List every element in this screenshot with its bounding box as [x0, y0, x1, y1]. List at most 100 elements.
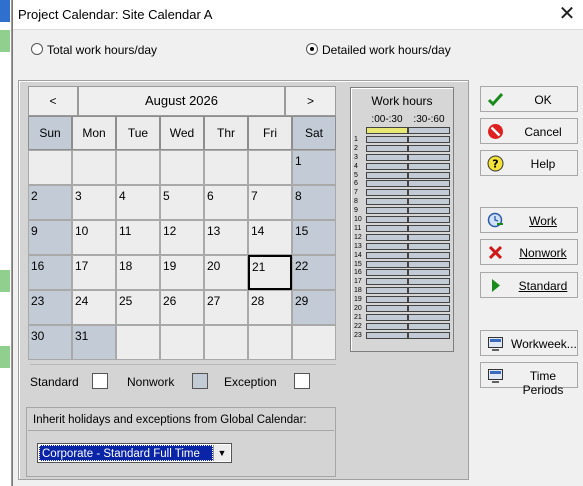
work-button[interactable]: Work [480, 207, 578, 233]
hour-slot[interactable] [366, 260, 408, 268]
hour-slot[interactable] [366, 269, 408, 277]
hour-slot[interactable] [408, 135, 450, 143]
close-icon[interactable]: ✕ [556, 4, 578, 24]
hour-slot[interactable] [408, 171, 450, 179]
empty-day-cell[interactable] [116, 150, 160, 185]
hour-slot[interactable] [408, 224, 450, 232]
day-cell[interactable]: 20 [204, 255, 248, 290]
hour-slot[interactable] [366, 127, 408, 134]
detailed-hours-radio[interactable] [306, 43, 318, 55]
hour-slot[interactable] [366, 287, 408, 295]
day-cell[interactable]: 22 [292, 255, 336, 290]
hour-slot[interactable] [366, 233, 408, 241]
empty-day-cell[interactable] [160, 325, 204, 360]
day-cell[interactable]: 9 [28, 220, 72, 255]
day-cell[interactable]: 16 [28, 255, 72, 290]
day-cell[interactable]: 2 [28, 185, 72, 220]
hour-slot[interactable] [366, 207, 408, 215]
day-cell[interactable]: 11 [116, 220, 160, 255]
empty-day-cell[interactable] [116, 325, 160, 360]
prev-month-button[interactable]: < [28, 86, 78, 116]
day-cell[interactable]: 4 [116, 185, 160, 220]
empty-day-cell[interactable] [204, 325, 248, 360]
hour-slot[interactable] [366, 189, 408, 197]
hour-slot[interactable] [408, 216, 450, 223]
hour-slot[interactable] [366, 216, 408, 223]
day-cell[interactable]: 5 [160, 185, 204, 220]
day-cell[interactable]: 30 [28, 325, 72, 360]
nonwork-button[interactable]: Nonwork [480, 239, 578, 265]
day-cell[interactable]: 23 [28, 290, 72, 325]
global-calendar-value[interactable]: Corporate - Standard Full Time [39, 445, 213, 461]
day-cell[interactable]: 6 [204, 185, 248, 220]
day-cell[interactable]: 7 [248, 185, 292, 220]
hour-slot[interactable] [366, 278, 408, 286]
hour-slot[interactable] [366, 180, 408, 188]
hour-slot[interactable] [408, 322, 450, 330]
day-cell[interactable]: 15 [292, 220, 336, 255]
day-cell[interactable]: 26 [160, 290, 204, 325]
day-cell[interactable]: 12 [160, 220, 204, 255]
hour-slot[interactable] [366, 313, 408, 321]
day-cell[interactable]: 13 [204, 220, 248, 255]
hour-slot[interactable] [408, 180, 450, 188]
hour-slot[interactable] [408, 153, 450, 161]
standard-button[interactable]: Standard [480, 272, 578, 298]
hour-slot[interactable] [408, 189, 450, 197]
day-cell[interactable]: 24 [72, 290, 116, 325]
hour-slot[interactable] [408, 162, 450, 170]
hour-slot[interactable] [366, 162, 408, 170]
hour-slot[interactable] [366, 305, 408, 312]
hour-slot[interactable] [408, 305, 450, 312]
hour-slot[interactable] [366, 242, 408, 250]
hour-slot[interactable] [408, 313, 450, 321]
cancel-button[interactable]: Cancel [480, 118, 578, 144]
help-button[interactable]: ? Help [480, 150, 578, 176]
hour-slot[interactable] [408, 278, 450, 286]
ok-button[interactable]: OK [480, 86, 578, 112]
hour-slot[interactable] [408, 287, 450, 295]
hour-slot[interactable] [366, 322, 408, 330]
total-hours-label[interactable]: Total work hours/day [47, 43, 157, 57]
hour-slot[interactable] [366, 296, 408, 304]
day-cell[interactable]: 19 [160, 255, 204, 290]
hour-slot[interactable] [366, 251, 408, 259]
total-hours-radio[interactable] [31, 43, 43, 55]
detailed-hours-label[interactable]: Detailed work hours/day [322, 43, 451, 57]
time-periods-button[interactable]: Time Periods [480, 362, 578, 397]
day-cell[interactable]: 3 [72, 185, 116, 220]
empty-day-cell[interactable] [204, 150, 248, 185]
hour-slot[interactable] [366, 153, 408, 161]
empty-day-cell[interactable] [72, 150, 116, 185]
day-cell[interactable]: 17 [72, 255, 116, 290]
empty-day-cell[interactable] [292, 325, 336, 360]
hour-slot[interactable] [408, 242, 450, 250]
next-month-button[interactable]: > [285, 86, 336, 116]
day-cell[interactable]: 27 [204, 290, 248, 325]
hour-slot[interactable] [408, 207, 450, 215]
hour-slot[interactable] [408, 251, 450, 259]
hour-slot[interactable] [366, 135, 408, 143]
hour-slot[interactable] [408, 331, 450, 339]
day-cell[interactable]: 8 [292, 185, 336, 220]
hour-slot[interactable] [408, 198, 450, 206]
day-cell[interactable]: 1 [292, 150, 336, 185]
hour-slot[interactable] [366, 331, 408, 339]
day-cell[interactable]: 29 [292, 290, 336, 325]
hour-slot[interactable] [366, 198, 408, 206]
workweek-button[interactable]: Workweek... [480, 330, 578, 356]
day-cell[interactable]: 14 [248, 220, 292, 255]
day-cell[interactable]: 28 [248, 290, 292, 325]
hour-slot[interactable] [366, 144, 408, 152]
hour-slot[interactable] [408, 260, 450, 268]
hour-slot[interactable] [408, 127, 450, 134]
hour-slot[interactable] [408, 269, 450, 277]
empty-day-cell[interactable] [248, 325, 292, 360]
empty-day-cell[interactable] [28, 150, 72, 185]
day-cell[interactable]: 21 [248, 255, 292, 290]
hour-slot[interactable] [408, 144, 450, 152]
day-cell[interactable]: 25 [116, 290, 160, 325]
hour-slot[interactable] [366, 171, 408, 179]
chevron-down-icon[interactable]: ▼ [213, 445, 230, 461]
empty-day-cell[interactable] [160, 150, 204, 185]
